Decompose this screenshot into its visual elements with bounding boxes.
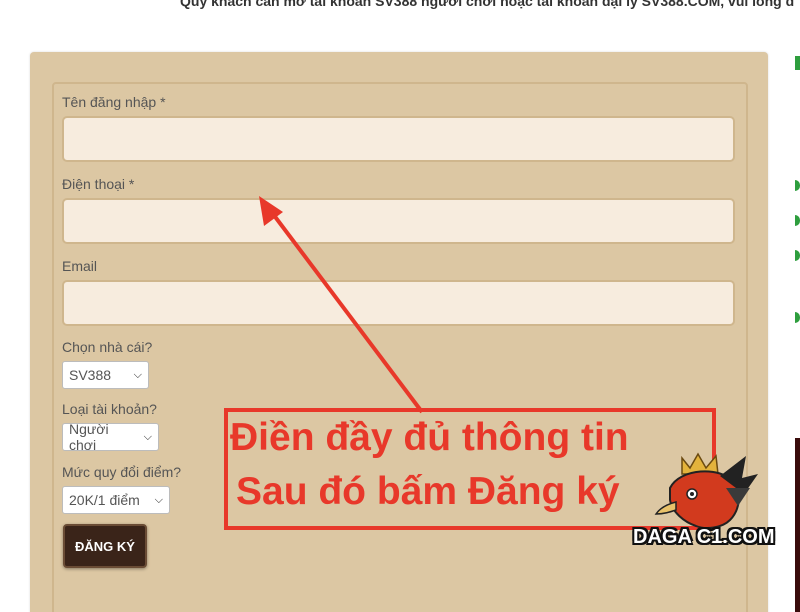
- username-label: Tên đăng nhập *: [62, 94, 166, 110]
- dark-banner-edge: [795, 438, 800, 612]
- username-input[interactable]: [62, 116, 735, 162]
- check-circle-icon: [795, 250, 800, 261]
- check-circle-icon: [795, 215, 800, 226]
- register-button[interactable]: ĐĂNG KÝ: [63, 524, 147, 568]
- header-partial-text: Quý khách cần mở tài khoản SV388 người c…: [180, 0, 795, 9]
- watermark-logo-text: DAGA C1.COM: [633, 526, 775, 548]
- account-type-select[interactable]: Người chơi ⌵: [62, 421, 159, 453]
- right-column-edge: [795, 0, 800, 612]
- account-type-value: Người chơi: [69, 421, 109, 453]
- chevron-down-icon: ⌵: [154, 493, 163, 506]
- email-input[interactable]: [62, 280, 735, 326]
- phone-label: Điện thoại *: [62, 176, 135, 192]
- green-bar-marker: [795, 56, 800, 70]
- rate-label: Mức quy đổi điểm?: [62, 464, 182, 480]
- chevron-down-icon: ⌵: [143, 430, 152, 443]
- email-label: Email: [62, 258, 98, 274]
- account-type-label: Loại tài khoản?: [62, 401, 157, 417]
- house-select-value: SV388: [69, 367, 112, 383]
- check-circle-icon: [795, 180, 800, 191]
- rate-select[interactable]: 20K/1 điểm ⌵: [62, 486, 170, 514]
- chevron-down-icon: ⌵: [133, 368, 142, 381]
- rate-select-value: 20K/1 điểm: [69, 492, 140, 508]
- phone-input[interactable]: [62, 198, 735, 244]
- house-select[interactable]: SV388 ⌵: [62, 361, 149, 389]
- house-select-label: Chọn nhà cái?: [62, 339, 153, 355]
- check-circle-icon: [795, 312, 800, 323]
